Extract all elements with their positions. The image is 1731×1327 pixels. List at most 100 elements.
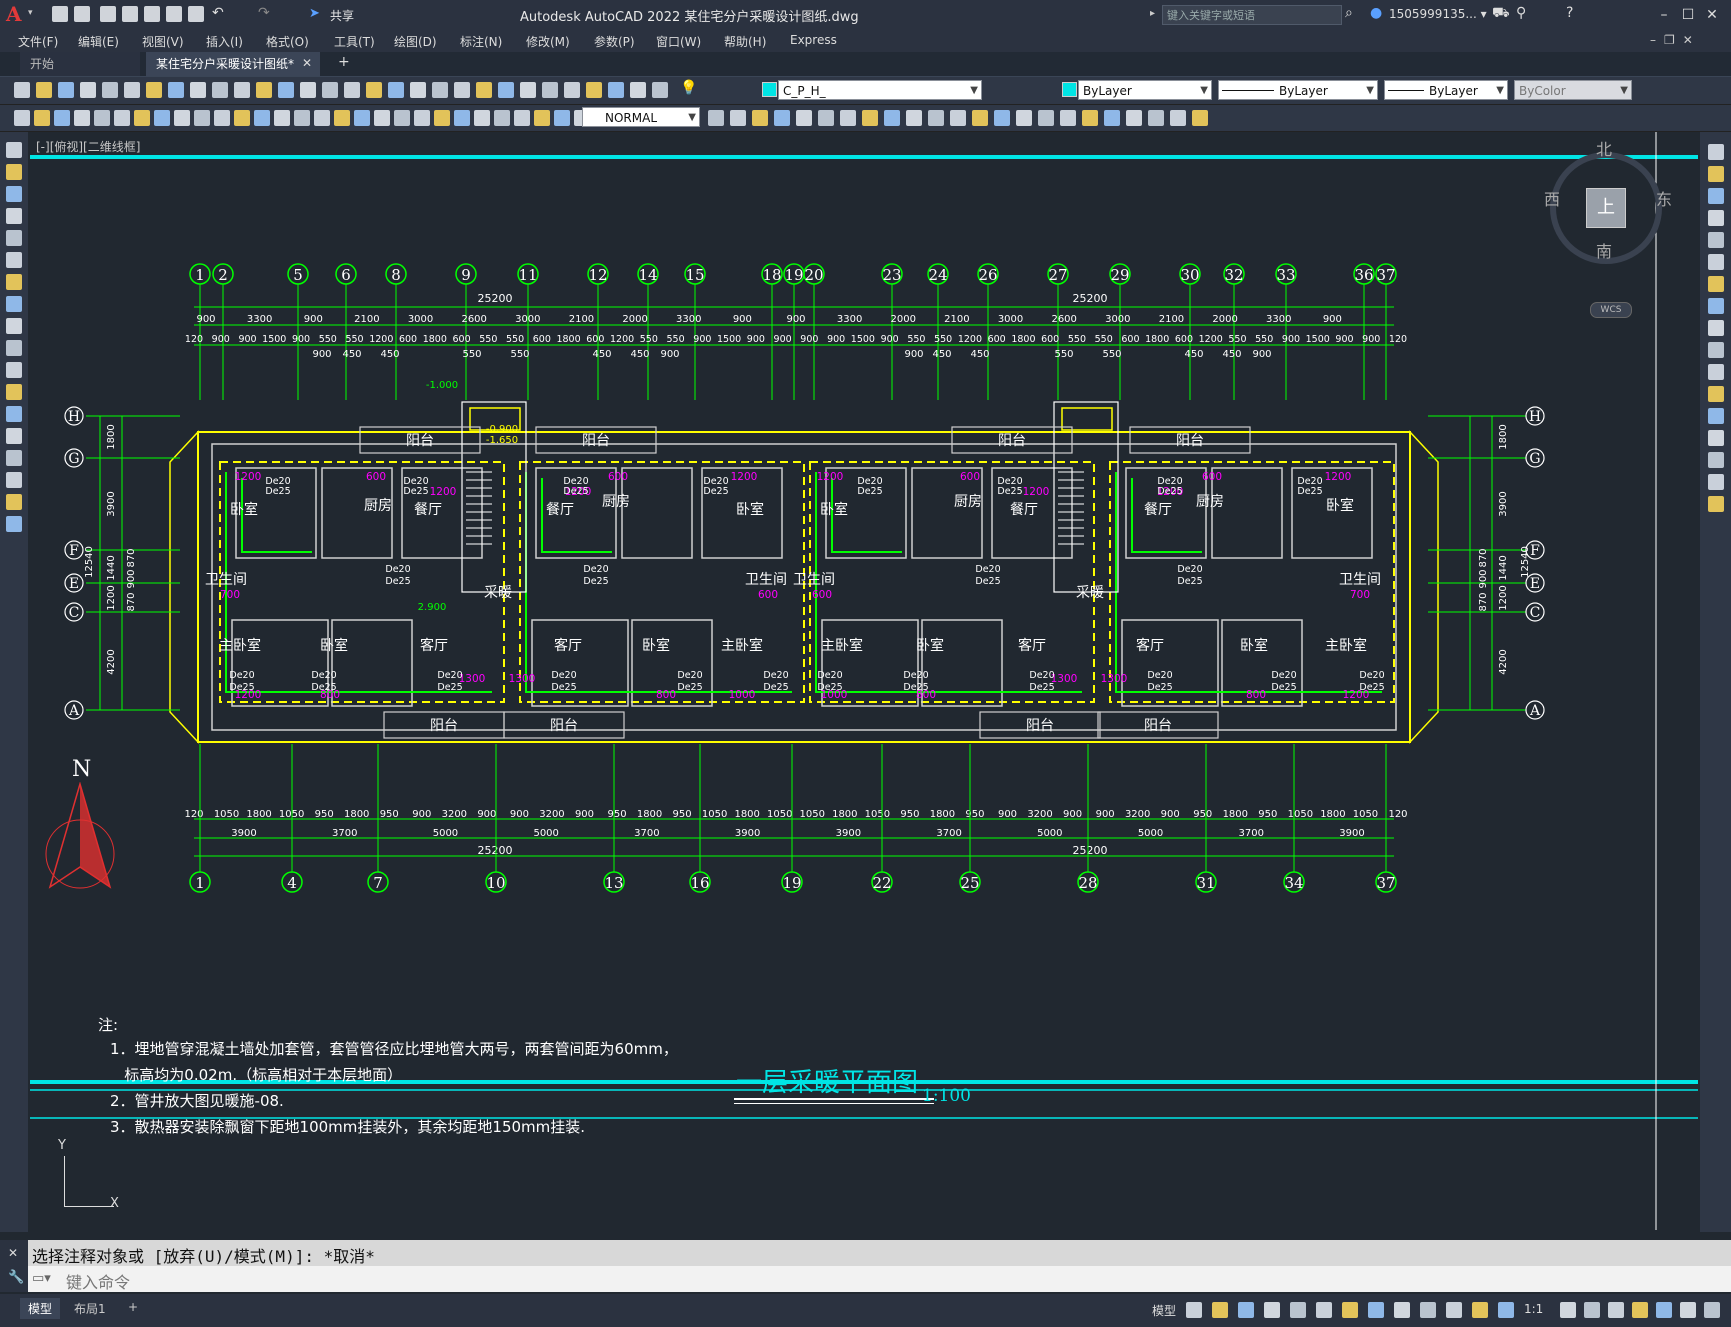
dimension-tool-30-icon[interactable] (708, 110, 724, 126)
modify-tool-9-icon[interactable] (1708, 320, 1724, 336)
command-close-icon[interactable]: ✕ (8, 1246, 18, 1260)
standard-tool-4-icon[interactable] (80, 82, 96, 98)
modify-tool-12-icon[interactable] (1708, 386, 1724, 402)
viewcube-east[interactable]: 东 (1656, 186, 1672, 210)
dimension-tool-16-icon[interactable] (314, 110, 330, 126)
close-button[interactable]: ✕ (1700, 4, 1724, 26)
dimension-tool-44-icon[interactable] (1016, 110, 1032, 126)
modify-tool-14-icon[interactable] (1708, 430, 1724, 446)
standard-tool-10-icon[interactable] (212, 82, 228, 98)
modify-tool-6-icon[interactable] (1708, 254, 1724, 270)
menu-edit[interactable]: 编辑(E) (78, 33, 119, 50)
dimension-tool-14-icon[interactable] (274, 110, 290, 126)
undo-icon[interactable]: ↶ (212, 5, 224, 21)
dimension-tool-12-icon[interactable] (234, 110, 250, 126)
draw-tool-2-icon[interactable] (6, 164, 22, 180)
dimension-tool-45-icon[interactable] (1038, 110, 1054, 126)
dimension-tool-5-icon[interactable] (94, 110, 110, 126)
open-icon[interactable] (74, 6, 90, 22)
dimension-tool-31-icon[interactable] (730, 110, 746, 126)
standard-tool-29-icon[interactable] (630, 82, 646, 98)
menu-help[interactable]: 帮助(H) (724, 33, 766, 50)
status-toggle-10-icon[interactable] (1420, 1302, 1436, 1318)
dimension-tool-51-icon[interactable] (1170, 110, 1186, 126)
status-toggle-13-icon[interactable] (1498, 1302, 1514, 1318)
menu-view[interactable]: 视图(V) (142, 33, 184, 50)
layer-on-icon[interactable]: 💡 (680, 80, 697, 98)
dimension-tool-18-icon[interactable] (354, 110, 370, 126)
standard-tool-6-icon[interactable] (124, 82, 140, 98)
viewcube-north[interactable]: 北 (1596, 136, 1612, 160)
annotation-scale[interactable]: 1:1 (1524, 1302, 1543, 1316)
cart-icon[interactable]: ⛟ (1492, 5, 1510, 23)
autodesk-app-icon[interactable]: ⚲ (1516, 5, 1526, 21)
dimension-tool-37-icon[interactable] (862, 110, 878, 126)
dimension-tool-35-icon[interactable] (818, 110, 834, 126)
dimension-tool-28-icon[interactable] (554, 110, 570, 126)
standard-tool-2-icon[interactable] (36, 82, 52, 98)
dimension-tool-10-icon[interactable] (194, 110, 210, 126)
standard-tool-30-icon[interactable] (652, 82, 668, 98)
status-toggle-20-icon[interactable] (1704, 1302, 1720, 1318)
dimension-tool-36-icon[interactable] (840, 110, 856, 126)
save-as-icon[interactable] (122, 6, 138, 22)
search-icon[interactable]: ⌕ (1345, 5, 1353, 21)
share-icon[interactable]: ➤ (309, 6, 320, 21)
menu-parametric[interactable]: 参数(P) (594, 33, 635, 50)
viewcube-west[interactable]: 西 (1544, 186, 1560, 210)
standard-tool-24-icon[interactable] (520, 82, 536, 98)
dimension-tool-48-icon[interactable] (1104, 110, 1120, 126)
status-toggle-18-icon[interactable] (1656, 1302, 1672, 1318)
menu-dimension[interactable]: 标注(N) (460, 33, 502, 50)
standard-tool-27-icon[interactable] (586, 82, 602, 98)
menu-draw[interactable]: 绘图(D) (394, 33, 437, 50)
draw-tool-18-icon[interactable] (6, 516, 22, 532)
status-toggle-19-icon[interactable] (1680, 1302, 1696, 1318)
standard-tool-12-icon[interactable] (256, 82, 272, 98)
standard-tool-17-icon[interactable] (366, 82, 382, 98)
draw-tool-8-icon[interactable] (6, 296, 22, 312)
wrench-icon[interactable]: 🔧 (8, 1270, 24, 1285)
dimension-tool-8-icon[interactable] (154, 110, 170, 126)
tab-document[interactable]: 某住宅分户采暖设计图纸* (146, 52, 320, 76)
draw-tool-3-icon[interactable] (6, 186, 22, 202)
status-toggle-11-icon[interactable] (1446, 1302, 1462, 1318)
standard-tool-16-icon[interactable] (344, 82, 360, 98)
modify-tool-5-icon[interactable] (1708, 232, 1724, 248)
status-toggle-15-icon[interactable] (1584, 1302, 1600, 1318)
save-icon[interactable] (100, 6, 116, 22)
modify-tool-17-icon[interactable] (1708, 496, 1724, 512)
dimension-tool-17-icon[interactable] (334, 110, 350, 126)
standard-tool-5-icon[interactable] (102, 82, 118, 98)
open-web-icon[interactable] (144, 6, 160, 22)
dimension-tool-43-icon[interactable] (994, 110, 1010, 126)
status-toggle-4-icon[interactable] (1264, 1302, 1280, 1318)
dimension-tool-27-icon[interactable] (534, 110, 550, 126)
share-button[interactable]: 共享 (330, 7, 354, 24)
dimension-tool-52-icon[interactable] (1192, 110, 1208, 126)
viewcube-top[interactable]: 上 (1586, 188, 1626, 228)
autocad-logo-icon[interactable]: A (6, 4, 26, 24)
doc-window-controls[interactable]: –❐✕ (1650, 33, 1701, 47)
menu-window[interactable]: 窗口(W) (656, 33, 701, 50)
draw-tool-7-icon[interactable] (6, 274, 22, 290)
standard-tool-13-icon[interactable] (278, 82, 294, 98)
command-line[interactable]: 🔧 ▭▾ 键入命令 (0, 1266, 1731, 1292)
menu-express[interactable]: Express (790, 33, 837, 47)
status-toggle-5-icon[interactable] (1290, 1302, 1306, 1318)
modify-tool-3-icon[interactable] (1708, 188, 1724, 204)
redo-icon[interactable]: ↷ (258, 5, 270, 21)
dimension-tool-49-icon[interactable] (1126, 110, 1142, 126)
dimension-tool-21-icon[interactable] (414, 110, 430, 126)
dimension-tool-6-icon[interactable] (114, 110, 130, 126)
status-toggle-6-icon[interactable] (1316, 1302, 1332, 1318)
dimension-tool-34-icon[interactable] (796, 110, 812, 126)
menu-insert[interactable]: 插入(I) (206, 33, 243, 50)
modify-tool-4-icon[interactable] (1708, 210, 1724, 226)
standard-tool-18-icon[interactable] (388, 82, 404, 98)
modify-tool-7-icon[interactable] (1708, 276, 1724, 292)
draw-tool-13-icon[interactable] (6, 406, 22, 422)
standard-tool-19-icon[interactable] (410, 82, 426, 98)
draw-tool-16-icon[interactable] (6, 472, 22, 488)
status-toggle-7-icon[interactable] (1342, 1302, 1358, 1318)
